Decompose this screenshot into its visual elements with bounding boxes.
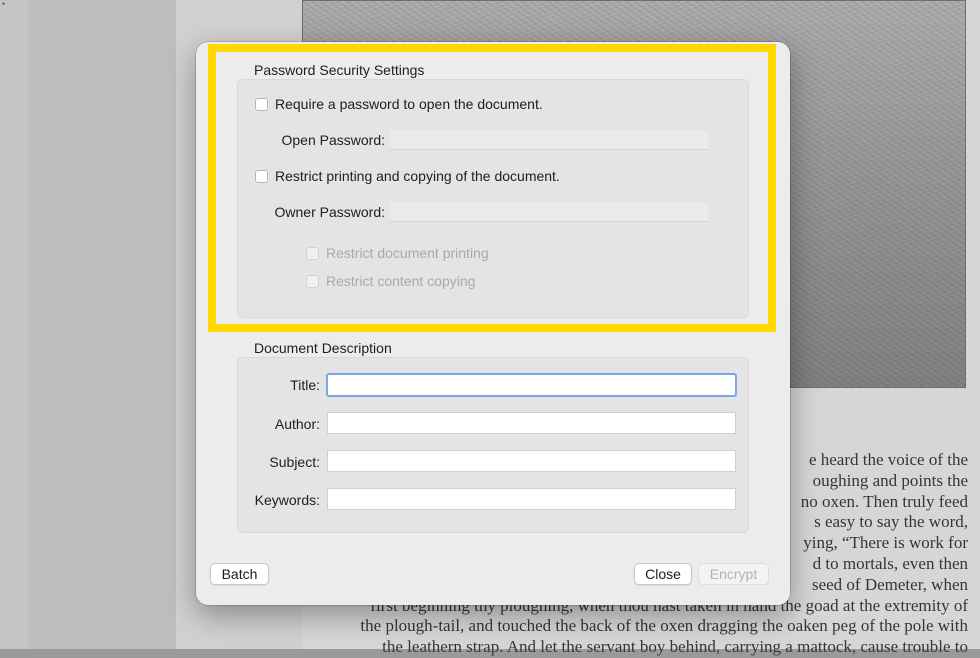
restrict-document-printing-checkbox bbox=[306, 246, 319, 260]
owner-password-label: Owner Password: bbox=[274, 204, 385, 220]
batch-button[interactable]: Batch bbox=[210, 563, 269, 585]
keywords-label: Keywords: bbox=[254, 492, 320, 508]
restrict-printing-copying-row[interactable]: Restrict printing and copying of the doc… bbox=[255, 168, 560, 184]
require-open-password-row[interactable]: Require a password to open the document. bbox=[255, 96, 543, 112]
restrict-printing-copying-checkbox[interactable] bbox=[255, 169, 268, 183]
restrict-content-copying-checkbox bbox=[306, 274, 319, 288]
owner-password-field[interactable] bbox=[390, 202, 708, 222]
keywords-field[interactable] bbox=[327, 488, 736, 510]
encryption-dialog: Password Security Settings Require a pas… bbox=[196, 42, 790, 605]
restrict-document-printing-row: Restrict document printing bbox=[306, 245, 489, 261]
require-open-password-checkbox[interactable] bbox=[255, 97, 268, 111]
restrict-content-copying-row: Restrict content copying bbox=[306, 273, 475, 289]
subject-field[interactable] bbox=[327, 450, 736, 472]
author-label: Author: bbox=[274, 416, 320, 432]
title-field[interactable] bbox=[326, 373, 737, 397]
require-open-password-label: Require a password to open the document. bbox=[275, 96, 543, 112]
open-password-label: Open Password: bbox=[281, 132, 386, 148]
restrict-document-printing-label: Restrict document printing bbox=[326, 245, 489, 261]
restrict-content-copying-label: Restrict content copying bbox=[326, 273, 476, 289]
close-button[interactable]: Close bbox=[634, 563, 692, 585]
open-password-field[interactable] bbox=[390, 130, 708, 150]
password-section-title: Password Security Settings bbox=[254, 62, 425, 78]
encrypt-button: Encrypt bbox=[698, 563, 769, 585]
subject-label: Subject: bbox=[269, 454, 320, 470]
author-field[interactable] bbox=[327, 412, 736, 434]
restrict-printing-copying-label: Restrict printing and copying of the doc… bbox=[275, 168, 560, 184]
title-label: Title: bbox=[290, 377, 320, 393]
description-section-title: Document Description bbox=[254, 340, 392, 356]
